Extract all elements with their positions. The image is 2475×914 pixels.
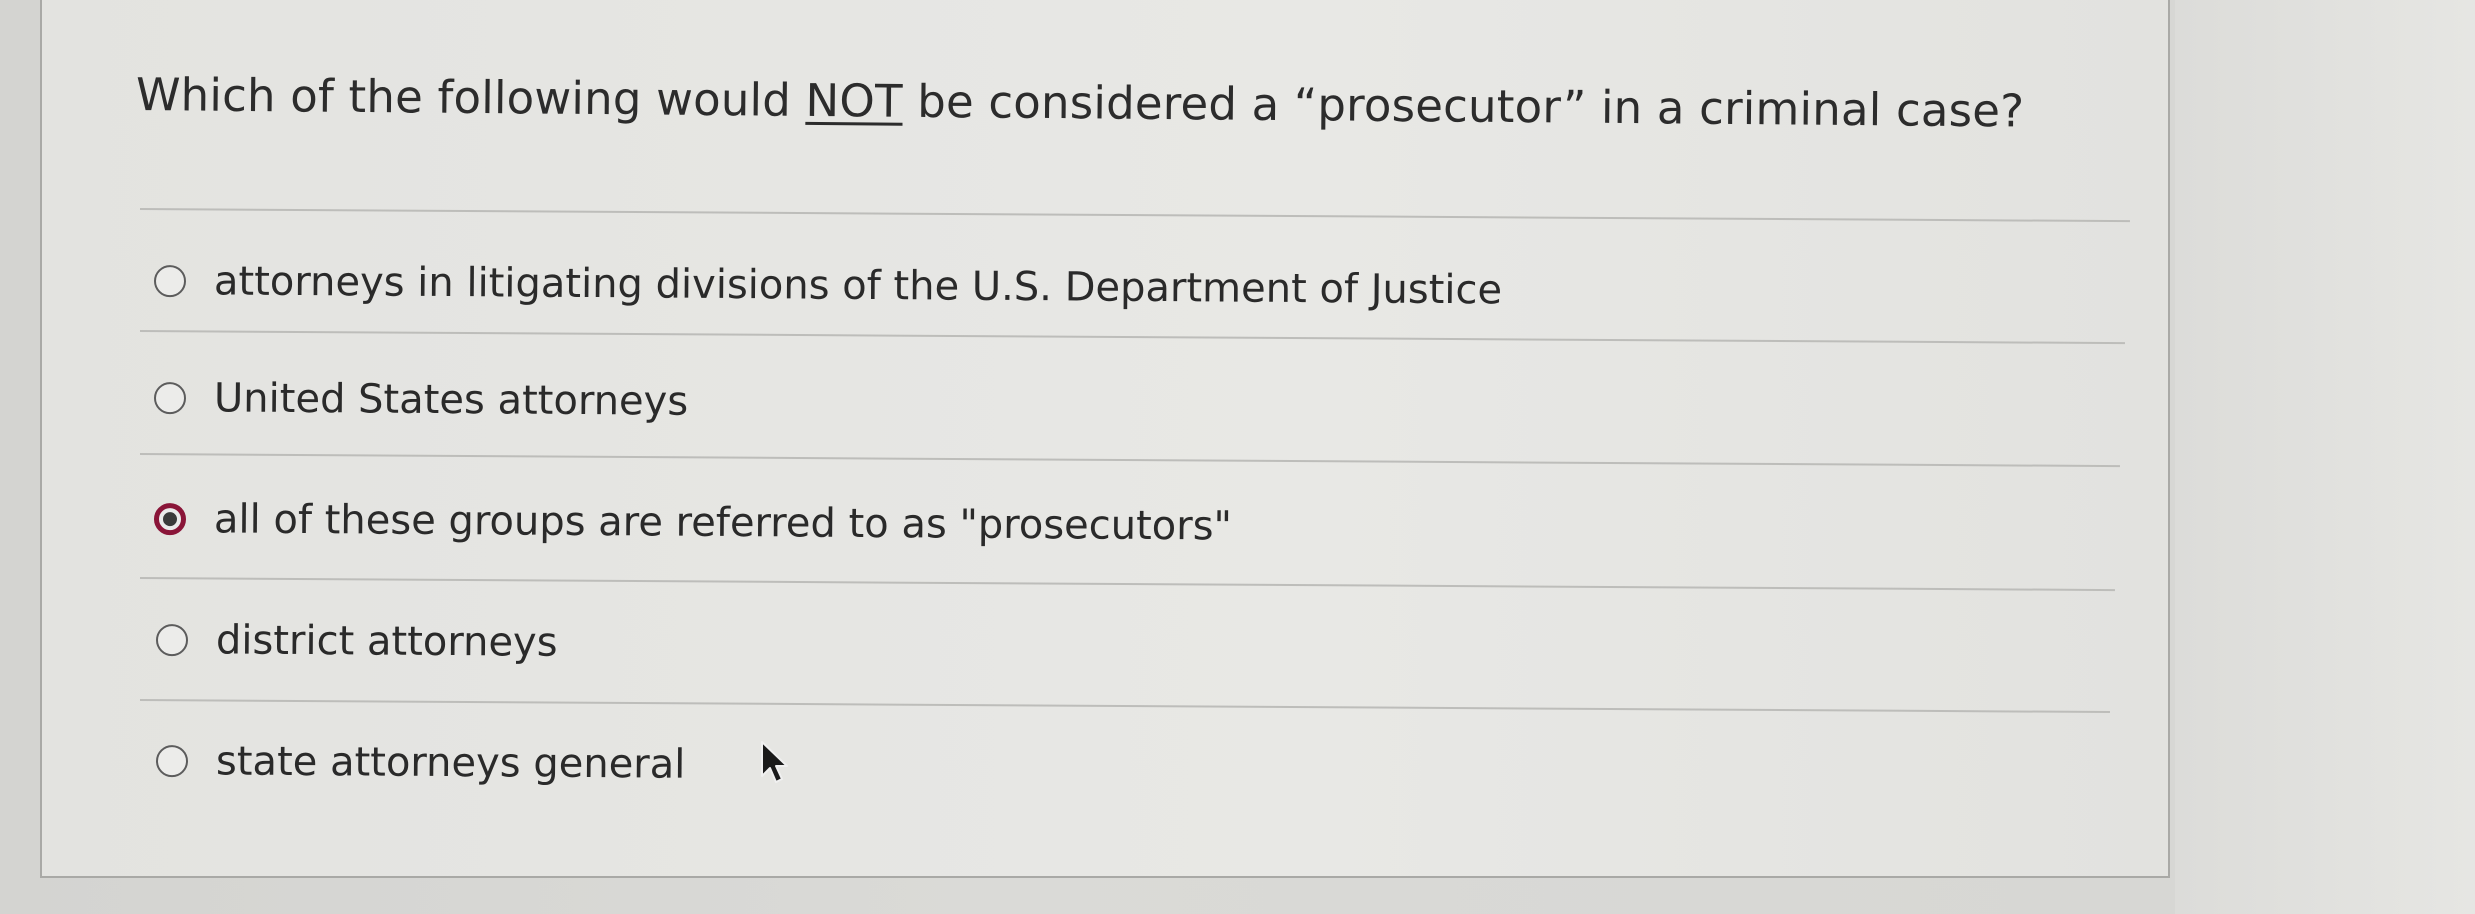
option-state-attorneys-general[interactable]: state attorneys general — [155, 738, 686, 788]
option-label: district attorneys — [215, 617, 558, 666]
question-suffix: be considered a “prosecutor” in a crimin… — [902, 74, 2025, 138]
radio-button[interactable] — [153, 382, 187, 415]
radio-button[interactable] — [155, 745, 189, 778]
option-district-attorneys[interactable]: district attorneys — [155, 617, 558, 666]
option-label: attorneys in litigating divisions of the… — [213, 258, 1503, 314]
mouse-pointer-icon — [761, 741, 788, 783]
page-background-right — [2175, 0, 2475, 914]
option-label: United States attorneys — [213, 375, 689, 425]
question-emphasis: NOT — [805, 73, 903, 128]
option-label: all of these groups are referred to as "… — [213, 496, 1233, 550]
radio-button-selected[interactable] — [153, 503, 187, 536]
radio-selected-dot — [162, 512, 178, 527]
option-label: state attorneys general — [215, 738, 686, 788]
radio-button[interactable] — [155, 624, 189, 657]
option-all-of-these[interactable]: all of these groups are referred to as "… — [153, 496, 1233, 550]
question-prefix: Which of the following would — [135, 68, 806, 127]
option-us-attorneys[interactable]: United States attorneys — [153, 375, 689, 425]
option-doj-attorneys[interactable]: attorneys in litigating divisions of the… — [153, 258, 1503, 314]
radio-button[interactable] — [153, 265, 187, 298]
